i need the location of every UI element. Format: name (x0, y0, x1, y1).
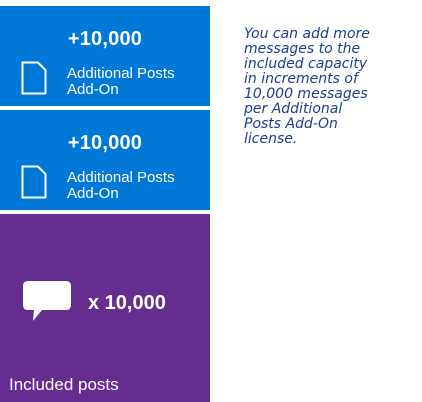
speech-bubble-icon (23, 281, 71, 321)
addon-amount: +10,000 (67, 28, 143, 50)
document-icon (21, 165, 47, 199)
included-posts-tile: x 10,000 Included posts (0, 214, 210, 402)
document-icon (21, 61, 47, 95)
note-line: messages to the (244, 41, 361, 57)
note-line: per Additional (244, 101, 343, 117)
note-line: You can add more (244, 26, 370, 42)
addon-label: Additional Posts Add-On (67, 170, 175, 202)
included-multiplier: x 10,000 (88, 292, 166, 314)
addon-label-line1: Additional Posts (67, 65, 175, 82)
addon-label-line2: Add-On (67, 81, 119, 98)
note-line: in increments of (244, 71, 358, 87)
addon-amount: +10,000 (67, 132, 143, 154)
addon-tile: +10,000 Additional Posts Add-On (0, 6, 210, 106)
note-line: 10,000 messages (244, 86, 368, 102)
addon-label: Additional Posts Add-On (67, 66, 175, 98)
note-line: license. (244, 131, 298, 147)
note-line: included capacity (244, 56, 368, 72)
note-line: Posts Add-On (244, 116, 338, 132)
explanation-note: You can add more messages to the include… (244, 27, 419, 147)
included-posts-label: Included posts (9, 375, 119, 394)
addon-label-line1: Additional Posts (67, 169, 175, 186)
addon-label-line2: Add-On (67, 185, 119, 202)
addon-tile: +10,000 Additional Posts Add-On (0, 110, 210, 210)
